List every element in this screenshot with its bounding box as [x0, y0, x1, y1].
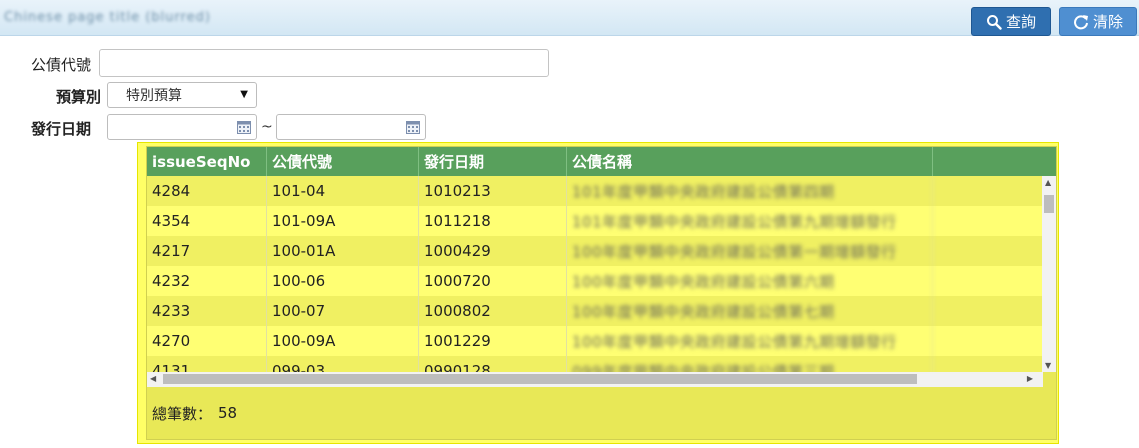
table-row[interactable]: 4217 100-01A 1000429 100年度甲類中央政府建設公債第一期增…	[147, 236, 1043, 266]
cell-issue-date: 1000720	[419, 266, 567, 296]
results-grid-container: issueSeqNo 公債代號 發行日期 公債名稱 4284 101-04 10…	[137, 142, 1059, 444]
scroll-right-icon[interactable]: ▶	[1027, 374, 1033, 383]
bond-code-label: 公債代號	[31, 56, 92, 74]
cell-bond-name: 101年度甲類中央政府建設公債第九期增額發行	[567, 206, 933, 236]
search-button[interactable]: 查詢	[971, 7, 1051, 36]
cell-issueseqno: 4284	[147, 176, 267, 206]
cell-bond-name: 100年度甲類中央政府建設公債第七期	[567, 296, 933, 326]
total-count-value: 58	[218, 404, 238, 422]
table-row[interactable]: 4233 100-07 1000802 100年度甲類中央政府建設公債第七期	[147, 296, 1043, 326]
cell-bond-name: 100年度甲類中央政府建設公債第六期	[567, 266, 933, 296]
cell-issueseqno: 4354	[147, 206, 267, 236]
budget-type-label: 預算別	[56, 88, 102, 106]
cell-issue-date: 1000429	[419, 236, 567, 266]
scroll-down-icon[interactable]: ▼	[1045, 361, 1051, 370]
cell-issueseqno: 4131	[147, 356, 267, 372]
cell-issueseqno: 4233	[147, 296, 267, 326]
column-header-bond-code[interactable]: 公債代號	[267, 147, 419, 176]
vertical-scroll-thumb[interactable]	[1044, 195, 1054, 213]
calendar-icon[interactable]	[237, 121, 251, 134]
cell-issue-date: 1010213	[419, 176, 567, 206]
cell-issue-date: 1011218	[419, 206, 567, 236]
column-header-issueseqno[interactable]: issueSeqNo	[147, 147, 267, 176]
cell-bond-name: 099年度甲類中央政府建設公債第三期	[567, 356, 933, 372]
calendar-icon[interactable]	[406, 121, 420, 134]
table-row[interactable]: 4232 100-06 1000720 100年度甲類中央政府建設公債第六期	[147, 266, 1043, 296]
refresh-icon	[1074, 14, 1088, 29]
total-count-label: 總筆數：	[152, 404, 213, 423]
table-row[interactable]: 4354 101-09A 1011218 101年度甲類中央政府建設公債第九期增…	[147, 206, 1043, 236]
cell-bond-code: 100-09A	[267, 326, 419, 356]
cell-bond-name: 100年度甲類中央政府建設公債第一期增額發行	[567, 236, 933, 266]
cell-bond-code: 101-04	[267, 176, 419, 206]
search-icon	[986, 14, 1002, 30]
cell-issueseqno: 4232	[147, 266, 267, 296]
results-grid: issueSeqNo 公債代號 發行日期 公債名稱 4284 101-04 10…	[146, 146, 1057, 440]
cell-issue-date: 1000802	[419, 296, 567, 326]
cell-issueseqno: 4270	[147, 326, 267, 356]
budget-type-select[interactable]: 特別預算 ▼	[107, 82, 257, 108]
caret-down-icon: ▼	[240, 89, 248, 100]
table-row[interactable]: 4270 100-09A 1001229 100年度甲類中央政府建設公債第九期增…	[147, 326, 1043, 356]
cell-bond-code: 100-07	[267, 296, 419, 326]
table-row[interactable]: 4284 101-04 1010213 101年度甲類中央政府建設公債第四期	[147, 176, 1043, 206]
budget-type-value: 特別預算	[126, 88, 182, 104]
cell-issue-date: 0990128	[419, 356, 567, 372]
cell-issueseqno: 4217	[147, 236, 267, 266]
clear-button-label: 清除	[1092, 13, 1123, 31]
column-header-bond-name[interactable]: 公債名稱	[567, 147, 933, 176]
grid-header: issueSeqNo 公債代號 發行日期 公債名稱	[147, 147, 1056, 176]
issue-date-to-input[interactable]	[276, 114, 426, 140]
cell-bond-code: 100-06	[267, 266, 419, 296]
scroll-up-icon[interactable]: ▲	[1045, 178, 1051, 187]
cell-bond-name: 101年度甲類中央政府建設公債第四期	[567, 176, 933, 206]
issue-date-label: 發行日期	[31, 120, 92, 138]
page-title: Chinese page title (blurred)	[4, 10, 211, 25]
scroll-left-icon[interactable]: ◀	[150, 374, 156, 383]
cell-bond-code: 099-03	[267, 356, 419, 372]
issue-date-from-input[interactable]	[107, 114, 257, 140]
column-header-issue-date[interactable]: 發行日期	[419, 147, 567, 176]
cell-issue-date: 1001229	[419, 326, 567, 356]
top-toolbar: Chinese page title (blurred) 查詢 清除	[0, 0, 1139, 36]
grid-body: 4284 101-04 1010213 101年度甲類中央政府建設公債第四期 4…	[147, 176, 1043, 372]
horizontal-scrollbar[interactable]: ◀ ▶	[147, 372, 1043, 387]
table-row[interactable]: 4131 099-03 0990128 099年度甲類中央政府建設公債第三期	[147, 356, 1043, 372]
cell-bond-code: 101-09A	[267, 206, 419, 236]
clear-button[interactable]: 清除	[1059, 7, 1137, 36]
search-button-label: 查詢	[1005, 13, 1036, 31]
vertical-scrollbar[interactable]: ▲ ▼	[1042, 176, 1056, 372]
date-range-separator: ~	[261, 119, 273, 135]
cell-bond-name: 100年度甲類中央政府建設公債第九期增額發行	[567, 326, 933, 356]
bond-code-input[interactable]	[99, 49, 549, 77]
grid-footer: 總筆數： 58	[147, 387, 1056, 439]
horizontal-scroll-thumb[interactable]	[163, 374, 917, 384]
cell-bond-code: 100-01A	[267, 236, 419, 266]
